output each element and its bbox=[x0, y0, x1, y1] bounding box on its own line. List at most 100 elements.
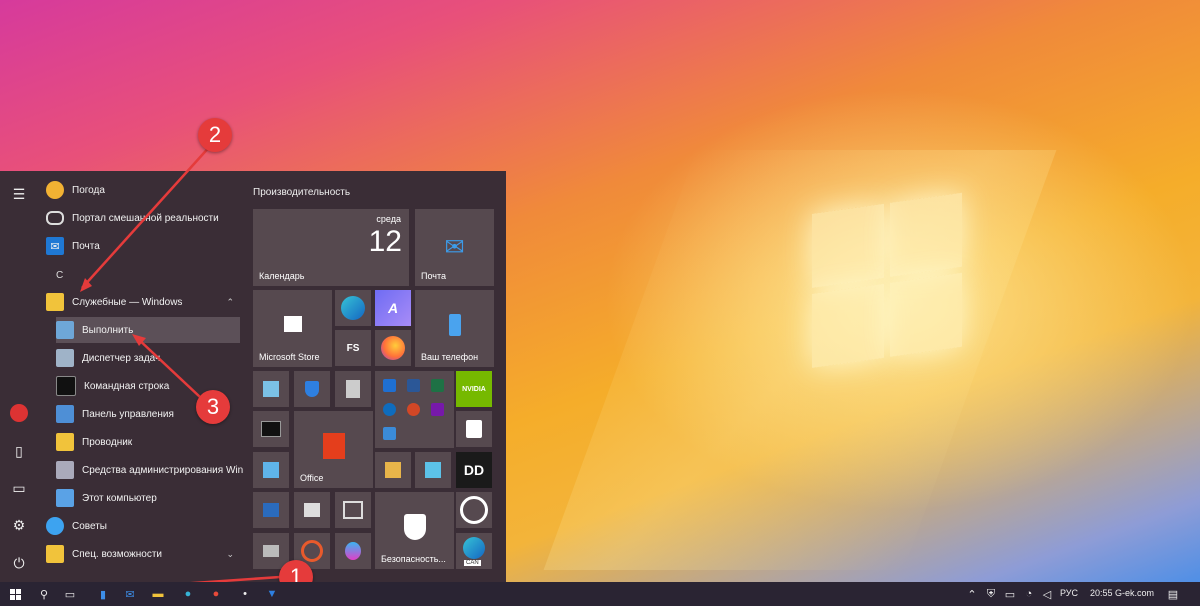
app-run[interactable]: Выполнить bbox=[56, 317, 240, 343]
app-label: Советы bbox=[72, 520, 107, 532]
folder-windows-tools[interactable]: Служебные — Windows ⌃ bbox=[46, 289, 240, 315]
tile-paint[interactable] bbox=[253, 371, 289, 407]
tile-paint3d[interactable] bbox=[335, 533, 371, 569]
tile-powershell[interactable] bbox=[253, 492, 289, 528]
hamburger-icon[interactable]: ☰ bbox=[10, 185, 28, 203]
pictures-icon[interactable]: ▭ bbox=[10, 479, 28, 497]
folder-accessibility[interactable]: Спец. возможности ⌄ bbox=[46, 541, 240, 567]
app-mail[interactable]: ✉ Почта bbox=[46, 233, 240, 259]
taskbar: ⚲ ▭ ▮ ✉ ▬ ● ● • ▼ ⌃ ⛨ ▭ ◔ ◁ РУС 20:55 G-… bbox=[0, 582, 1200, 606]
windows-logo-wallpaper bbox=[812, 192, 966, 372]
taskbar-edge-icon[interactable]: ● bbox=[178, 585, 198, 603]
search-icon[interactable]: ⚲ bbox=[34, 585, 54, 603]
taskbar-app-icon[interactable]: ▮ bbox=[93, 585, 113, 603]
taskbar-chrome-icon[interactable]: ● bbox=[206, 585, 226, 603]
taskbar-mail-icon[interactable]: ✉ bbox=[120, 585, 140, 603]
clock[interactable]: 20:55 G-ek.com bbox=[1090, 588, 1154, 598]
app-this-pc[interactable]: Этот компьютер bbox=[56, 485, 240, 511]
tile-snip[interactable] bbox=[335, 492, 371, 528]
tile-edge-can[interactable]: CAN bbox=[456, 533, 492, 569]
taskbar-explorer-icon[interactable]: ▬ bbox=[148, 585, 168, 603]
user-avatar[interactable] bbox=[10, 404, 28, 422]
tile-3d-viewer[interactable] bbox=[415, 452, 451, 488]
app-pogoda[interactable]: Погода bbox=[46, 177, 240, 203]
annotation-badge-2: 2 bbox=[198, 118, 232, 152]
notifications-icon[interactable]: ▤ bbox=[1166, 585, 1180, 603]
tile-calculator[interactable] bbox=[335, 371, 371, 407]
tile-label: Безопасность... bbox=[381, 554, 446, 564]
app-label: Средства администрирования Win... bbox=[82, 464, 244, 476]
tile-firefox[interactable] bbox=[375, 330, 411, 366]
network-icon[interactable]: ◔ bbox=[1022, 585, 1036, 603]
shield-icon bbox=[403, 513, 426, 540]
documents-icon[interactable]: ▯ bbox=[10, 442, 28, 460]
taskbar-app-icon-2[interactable]: • bbox=[235, 585, 255, 603]
tile-label: NVIDIA bbox=[462, 385, 486, 393]
settings-gear-icon[interactable]: ⚙ bbox=[10, 516, 28, 534]
tile-photos[interactable] bbox=[375, 452, 411, 488]
edge-icon bbox=[463, 537, 485, 559]
powershell-icon bbox=[263, 503, 279, 517]
onedrive-icon bbox=[383, 403, 396, 416]
tile-calendar[interactable]: среда 12 Календарь bbox=[253, 209, 409, 286]
light-beam bbox=[543, 150, 1057, 570]
tile-affinity[interactable]: A bbox=[375, 290, 411, 326]
tile-mail[interactable]: ✉ Почта bbox=[415, 209, 494, 286]
app-label: Проводник bbox=[82, 436, 133, 448]
store-icon bbox=[283, 315, 302, 332]
paint-icon bbox=[263, 381, 279, 397]
app-label: Панель управления bbox=[82, 408, 174, 420]
folder-icon bbox=[46, 545, 64, 563]
tile-dolby[interactable]: DD bbox=[456, 452, 492, 488]
tile-microsoft-store[interactable]: Microsoft Store bbox=[253, 290, 332, 367]
tile-office-apps[interactable] bbox=[375, 371, 454, 448]
dolby-icon: DD bbox=[463, 462, 485, 478]
tile-label: FS bbox=[346, 342, 360, 354]
tile-nvidia[interactable]: NVIDIA bbox=[456, 371, 492, 407]
tile-azure[interactable] bbox=[253, 452, 289, 488]
tile-bitwarden[interactable] bbox=[294, 371, 330, 407]
app-mixed-reality[interactable]: Портал смешанной реальности bbox=[46, 205, 240, 231]
taskbar-bitwarden-icon[interactable]: ▼ bbox=[262, 585, 282, 603]
annotation-badge-3: 3 bbox=[196, 390, 230, 424]
tile-label: Ваш телефон bbox=[421, 352, 479, 362]
firefox-icon bbox=[381, 336, 405, 360]
mail-icon: ✉ bbox=[46, 237, 64, 255]
terminal-icon bbox=[261, 421, 281, 437]
tile-group-title[interactable]: Производительность bbox=[253, 187, 350, 198]
tile-security[interactable]: Безопасность... bbox=[375, 492, 454, 569]
admin-tools-icon bbox=[56, 461, 74, 479]
control-panel-icon bbox=[56, 405, 74, 423]
affinity-icon: A bbox=[387, 300, 399, 316]
chevron-up-icon[interactable]: ⌃ bbox=[966, 585, 978, 603]
app-admin-tools[interactable]: Средства администрирования Win... bbox=[56, 457, 244, 483]
tile-fs[interactable]: FS bbox=[335, 330, 371, 366]
language-indicator[interactable]: РУС bbox=[1060, 588, 1078, 598]
explorer-icon bbox=[56, 433, 74, 451]
battery-icon[interactable]: ▭ bbox=[1002, 585, 1018, 603]
app-task-manager[interactable]: Диспетчер задач bbox=[56, 345, 240, 371]
start-button[interactable] bbox=[4, 585, 26, 603]
app-label: Почта bbox=[72, 240, 100, 252]
powerpoint-icon bbox=[407, 403, 420, 416]
security-tray-icon[interactable]: ⛨ bbox=[984, 585, 998, 603]
letter-header[interactable]: С bbox=[56, 270, 63, 281]
tile-label: Почта bbox=[421, 271, 446, 281]
app-explorer[interactable]: Проводник bbox=[56, 429, 240, 455]
task-view-icon[interactable]: ▭ bbox=[60, 585, 80, 603]
power-icon[interactable]: ⏻ bbox=[10, 554, 28, 572]
app-tips[interactable]: Советы bbox=[46, 513, 240, 539]
tile-edge[interactable] bbox=[335, 290, 371, 326]
tile-your-phone[interactable]: Ваш телефон bbox=[415, 290, 494, 367]
snip-icon bbox=[343, 501, 363, 519]
tile-office[interactable]: Office bbox=[294, 411, 373, 488]
tile-speedtest[interactable] bbox=[456, 492, 492, 528]
volume-icon[interactable]: ◁ bbox=[1040, 585, 1054, 603]
phone-icon bbox=[448, 313, 461, 336]
tile-solitaire[interactable] bbox=[456, 411, 492, 447]
tile-terminal[interactable] bbox=[253, 411, 289, 447]
tile-virtualbox[interactable] bbox=[294, 492, 330, 528]
chevron-down-icon: ⌄ bbox=[226, 548, 234, 559]
cmd-icon bbox=[56, 376, 76, 396]
app-list: Погода Портал смешанной реальности ✉ Поч… bbox=[38, 171, 244, 582]
